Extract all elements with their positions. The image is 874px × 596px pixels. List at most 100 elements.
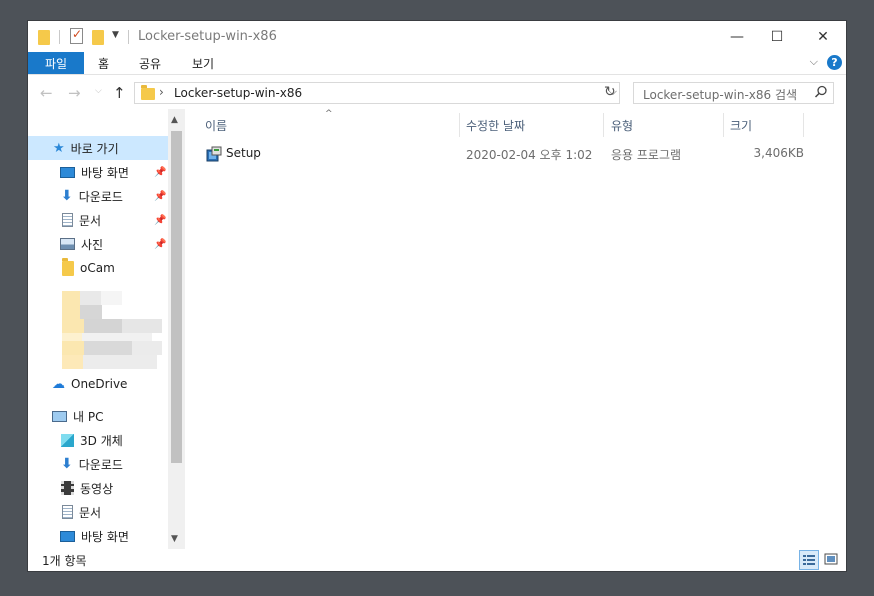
sidebar-item-label: OneDrive	[71, 377, 128, 391]
sidebar-item-label: 다운로드	[78, 457, 123, 472]
sidebar-item-pc-desktop[interactable]: 바탕 화면	[28, 524, 168, 548]
sidebar-item-label: 문서	[79, 213, 102, 228]
details-view-icon	[803, 555, 815, 565]
maximize-button[interactable]: ☐	[754, 21, 800, 52]
table-row[interactable]: Setup 2020-02-04 오후 1:02 응용 프로그램 3,406KB	[185, 143, 825, 165]
sidebar-item-label: 사진	[81, 237, 104, 252]
refresh-icon[interactable]: ↻	[604, 84, 616, 100]
document-icon	[62, 505, 73, 519]
3d-objects-icon	[61, 433, 74, 447]
folder-icon	[62, 257, 74, 276]
new-folder-icon[interactable]	[92, 28, 104, 46]
status-bar: 1개 항목	[28, 549, 846, 571]
search-placeholder: Locker-setup-win-x86 검색	[643, 88, 798, 102]
folder-icon	[141, 85, 155, 100]
scrollbar-thumb[interactable]	[171, 131, 182, 463]
sidebar-item-label: 동영상	[80, 481, 114, 496]
sidebar-scrollbar[interactable]: ▲ ▼	[168, 109, 185, 549]
installer-icon	[206, 146, 222, 165]
sidebar-item-ocam[interactable]: oCam	[28, 256, 168, 280]
sidebar-item-pc-downloads[interactable]: ⬇ 다운로드	[28, 452, 168, 476]
star-icon: ★	[53, 140, 65, 156]
search-input[interactable]: Locker-setup-win-x86 검색	[633, 82, 834, 104]
properties-icon[interactable]	[70, 27, 83, 44]
divider	[128, 30, 129, 44]
explorer-window: ▼ Locker-setup-win-x86 — ☐ ✕ 파일 홈 공유 보기 …	[28, 21, 846, 571]
column-header-type[interactable]: 유형	[611, 117, 633, 134]
column-divider[interactable]	[803, 113, 804, 137]
file-list: ^ 이름 수정한 날짜 유형 크기 Setup 2020-02-04 오후 1:…	[185, 109, 846, 549]
chevron-right-icon: ›	[159, 85, 164, 99]
file-modified: 2020-02-04 오후 1:02	[466, 148, 593, 162]
search-icon[interactable]	[814, 85, 828, 102]
navigation-bar: ← → ⌵ ↑ › Locker-setup-win-x86 ⌵ ↻ Locke…	[28, 77, 846, 109]
ribbon-tabs: 파일 홈 공유 보기 ⌵ ?	[28, 52, 846, 75]
sidebar-item-pictures[interactable]: 사진 📌	[28, 232, 168, 256]
tab-share[interactable]: 공유	[139, 52, 161, 74]
computer-icon	[52, 410, 67, 422]
divider	[59, 30, 60, 44]
sidebar-item-desktop[interactable]: 바탕 화면 📌	[28, 160, 168, 184]
download-icon: ⬇	[61, 456, 73, 472]
up-arrow-icon[interactable]: ↑	[113, 84, 126, 102]
scroll-up-icon[interactable]: ▲	[171, 115, 178, 125]
video-icon	[61, 481, 74, 495]
sidebar-item-label: oCam	[80, 261, 115, 275]
recent-locations-icon[interactable]: ⌵	[95, 86, 102, 96]
sidebar-item-label: 다운로드	[78, 189, 123, 204]
sidebar-item-pc-documents[interactable]: 문서	[28, 500, 168, 524]
back-arrow-icon[interactable]: ←	[40, 84, 53, 102]
tab-view[interactable]: 보기	[192, 52, 214, 74]
file-size: 3,406KB	[753, 146, 804, 160]
title-bar: ▼ Locker-setup-win-x86 — ☐ ✕	[28, 21, 846, 52]
scroll-down-icon[interactable]: ▼	[171, 534, 178, 544]
navigation-pane: ★ 바로 가기 바탕 화면 📌 ⬇ 다운로드 📌 문서 📌 사진 📌 oCam	[28, 109, 185, 549]
sidebar-item-label: 바로 가기	[70, 141, 119, 156]
sidebar-item-quick-access[interactable]: ★ 바로 가기	[28, 136, 168, 160]
large-icons-view-button[interactable]	[822, 550, 842, 570]
breadcrumb[interactable]: Locker-setup-win-x86	[174, 86, 302, 100]
sidebar-item-this-pc[interactable]: 내 PC	[28, 404, 168, 428]
customize-toolbar-icon[interactable]: ▼	[112, 30, 119, 40]
picture-icon	[60, 238, 75, 250]
file-name: Setup	[226, 146, 261, 160]
item-count: 1개 항목	[42, 554, 87, 568]
sidebar-item-documents[interactable]: 문서 📌	[28, 208, 168, 232]
sidebar-item-3d-objects[interactable]: 3D 개체	[28, 428, 168, 452]
pin-icon[interactable]: 📌	[154, 191, 166, 202]
folder-icon	[38, 28, 50, 46]
address-bar[interactable]: › Locker-setup-win-x86 ⌵	[134, 82, 620, 104]
column-divider[interactable]	[459, 113, 460, 137]
pin-icon[interactable]: 📌	[154, 239, 166, 250]
sort-ascending-icon: ^	[325, 109, 333, 119]
sidebar-item-label: 내 PC	[73, 409, 104, 424]
column-header-size[interactable]: 크기	[730, 117, 752, 134]
forward-arrow-icon[interactable]: →	[68, 84, 81, 102]
file-type: 응용 프로그램	[611, 148, 682, 162]
expand-ribbon-icon[interactable]: ⌵	[810, 55, 818, 69]
column-header-name[interactable]: 이름	[205, 117, 227, 134]
sidebar-item-label: 바탕 화면	[81, 529, 129, 544]
pin-icon[interactable]: 📌	[154, 167, 166, 178]
large-icons-view-icon	[824, 553, 838, 565]
help-icon[interactable]: ?	[827, 55, 842, 70]
tab-file[interactable]: 파일	[28, 52, 84, 74]
column-divider[interactable]	[723, 113, 724, 137]
pin-icon[interactable]: 📌	[154, 215, 166, 226]
close-button[interactable]: ✕	[800, 21, 846, 52]
sidebar-item-label: 문서	[79, 505, 102, 520]
window-title: Locker-setup-win-x86	[138, 29, 277, 44]
sidebar-item-label: 3D 개체	[80, 433, 123, 448]
sidebar-item-label: 바탕 화면	[81, 165, 129, 180]
tab-home[interactable]: 홈	[98, 52, 109, 74]
download-icon: ⬇	[61, 188, 73, 204]
document-icon	[62, 213, 73, 227]
sidebar-item-downloads[interactable]: ⬇ 다운로드 📌	[28, 184, 168, 208]
column-header-modified[interactable]: 수정한 날짜	[466, 117, 525, 134]
column-divider[interactable]	[603, 113, 604, 137]
sidebar-item-onedrive[interactable]: ☁ OneDrive	[28, 372, 168, 396]
details-view-button[interactable]	[799, 550, 819, 570]
desktop-icon	[60, 530, 75, 542]
sidebar-item-videos[interactable]: 동영상	[28, 476, 168, 500]
cloud-icon: ☁	[52, 376, 65, 392]
